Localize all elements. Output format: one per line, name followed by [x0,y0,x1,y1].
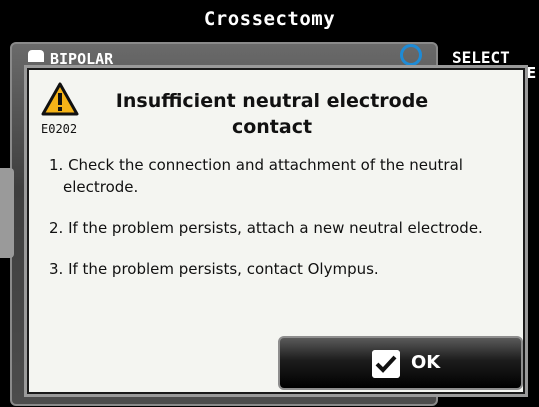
mode-title: BIPOLAR [50,50,114,68]
error-dialog: E0202 Insufficient neutral electrode con… [27,68,525,394]
instruction-step: 3. If the problem persists, contact Olym… [49,260,379,278]
dialog-title-line2: contact [231,116,313,138]
ok-button-label: OK [411,352,441,373]
error-code: E0202 [41,122,78,136]
instruction-list: 1. Check the connection and attachment o… [49,154,489,299]
right-edge-text: E [526,64,537,82]
select-label: SELECT [452,48,510,67]
ok-button[interactable]: OK [278,336,523,390]
dialog-title-line1: Insufficient neutral electrode [115,90,429,112]
bipolar-mode-icon [28,50,44,62]
window-title: Crossectomy [0,0,539,38]
info-icon [400,44,422,66]
checkmark-icon [372,350,400,378]
warning-triangle-icon [41,82,79,116]
instruction-step: 1. Check the connection and attachment o… [49,156,463,196]
dialog-title: Insufficient neutral electrode contact [101,88,443,140]
left-side-tab [0,168,14,258]
instruction-step: 2. If the problem persists, attach a new… [49,219,483,237]
